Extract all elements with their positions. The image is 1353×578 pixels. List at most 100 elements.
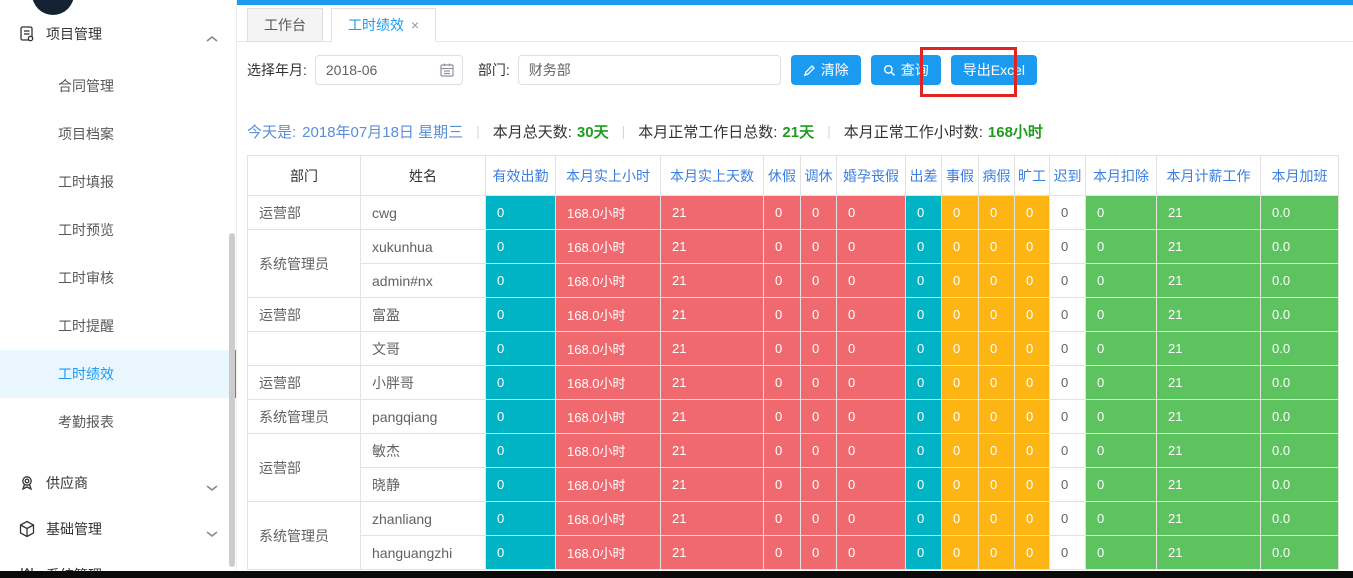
sidebar-scrollbar-thumb[interactable] — [229, 233, 235, 567]
value-cell: 21 — [1157, 332, 1261, 366]
value-cell: 0 — [1050, 332, 1086, 366]
value-cell: 0 — [801, 298, 837, 332]
value-cell: 168.0小时 — [556, 332, 661, 366]
column-header: 出差 — [906, 156, 942, 196]
value-cell: 0.0 — [1261, 230, 1339, 264]
table-row: 文哥0168.0小时21000000000210.0 — [248, 332, 1339, 366]
sidebar-item-工时填报[interactable]: 工时填报 — [0, 158, 236, 206]
sidebar-groups: 供应商基础管理系统管理 — [0, 460, 236, 578]
export-excel-button[interactable]: 导出Excel — [951, 55, 1037, 85]
table-row: hanguangzhi0168.0小时21000000000210.0 — [248, 536, 1339, 570]
value-cell: 0 — [801, 536, 837, 570]
value-cell: 0 — [1086, 502, 1157, 536]
sidebar-item-工时预览[interactable]: 工时预览 — [0, 206, 236, 254]
value-cell: 0 — [906, 264, 942, 298]
dept-cell: 运营部 — [248, 298, 361, 332]
value-cell: 21 — [1157, 434, 1261, 468]
sidebar-item-项目档案[interactable]: 项目档案 — [0, 110, 236, 158]
table-row: admin#nx0168.0小时21000000000210.0 — [248, 264, 1339, 298]
value-cell: 0 — [837, 298, 906, 332]
clear-button-label: 清除 — [821, 60, 849, 80]
value-cell: 0 — [486, 502, 556, 536]
value-cell: 21 — [1157, 264, 1261, 298]
value-cell: 21 — [661, 298, 764, 332]
close-icon[interactable]: × — [411, 17, 419, 33]
bottom-edge-bar — [0, 571, 1353, 578]
value-cell: 0 — [764, 196, 801, 230]
value-cell: 0 — [906, 434, 942, 468]
column-header: 事假 — [942, 156, 979, 196]
dept-cell: 系统管理员 — [248, 400, 361, 434]
clear-button[interactable]: 清除 — [791, 55, 861, 85]
name-cell: hanguangzhi — [361, 536, 486, 570]
export-button-label: 导出Excel — [963, 60, 1025, 80]
today-value: 2018年07月18日 星期三 — [302, 121, 463, 142]
value-cell: 0 — [764, 230, 801, 264]
dept-input[interactable] — [518, 55, 781, 85]
column-header: 婚孕丧假 — [837, 156, 906, 196]
value-cell: 0 — [1050, 298, 1086, 332]
tab-label: 工时绩效 — [348, 17, 404, 33]
value-cell: 0 — [1086, 468, 1157, 502]
sidebar-item-考勤报表[interactable]: 考勤报表 — [0, 398, 236, 446]
value-cell: 0.0 — [1261, 298, 1339, 332]
value-cell: 0 — [1015, 298, 1050, 332]
column-header: 本月实上小时 — [556, 156, 661, 196]
pencil-icon — [803, 64, 816, 77]
value-cell: 0 — [801, 230, 837, 264]
value-cell: 21 — [1157, 536, 1261, 570]
value-cell: 0 — [906, 400, 942, 434]
sidebar-item-label: 项目管理 — [46, 24, 206, 44]
value-cell: 0 — [801, 502, 837, 536]
sidebar-submenu: 合同管理项目档案工时填报工时预览工时审核工时提醒工时绩效考勤报表 — [0, 62, 236, 446]
summary-item-label: 本月正常工作小时数: — [844, 121, 983, 142]
calendar-icon[interactable] — [439, 62, 455, 78]
sidebar-item-工时提醒[interactable]: 工时提醒 — [0, 302, 236, 350]
sidebar-item-合同管理[interactable]: 合同管理 — [0, 62, 236, 110]
value-cell: 0 — [764, 536, 801, 570]
column-header: 本月加班 — [1261, 156, 1339, 196]
value-cell: 0 — [1086, 298, 1157, 332]
value-cell: 0.0 — [1261, 536, 1339, 570]
value-cell: 0 — [979, 366, 1015, 400]
sidebar-item-工时绩效[interactable]: 工时绩效 — [0, 350, 236, 398]
value-cell: 168.0小时 — [556, 502, 661, 536]
value-cell: 0 — [906, 332, 942, 366]
name-cell: 文哥 — [361, 332, 486, 366]
sidebar-item-project-management[interactable]: 项目管理 — [0, 18, 236, 50]
table-row: 系统管理员xukunhua0168.0小时21000000000210.0 — [248, 230, 1339, 264]
name-cell: zhanliang — [361, 502, 486, 536]
sidebar-item-基础管理[interactable]: 基础管理 — [0, 506, 236, 552]
column-header: 休假 — [764, 156, 801, 196]
value-cell: 0 — [1015, 502, 1050, 536]
value-cell: 21 — [661, 536, 764, 570]
name-cell: xukunhua — [361, 230, 486, 264]
column-header: 部门 — [248, 156, 361, 196]
tab-workbench[interactable]: 工作台 — [247, 8, 323, 42]
sidebar-item-工时审核[interactable]: 工时审核 — [0, 254, 236, 302]
value-cell: 0 — [837, 196, 906, 230]
value-cell: 0 — [1086, 230, 1157, 264]
value-cell: 0 — [1015, 400, 1050, 434]
search-button[interactable]: 查询 — [871, 55, 941, 85]
value-cell: 21 — [1157, 298, 1261, 332]
value-cell: 0 — [1050, 502, 1086, 536]
value-cell: 0 — [801, 434, 837, 468]
value-cell: 0.0 — [1261, 434, 1339, 468]
value-cell: 0 — [1015, 434, 1050, 468]
value-cell: 21 — [1157, 468, 1261, 502]
value-cell: 0 — [801, 196, 837, 230]
value-cell: 0 — [1086, 196, 1157, 230]
value-cell: 168.0小时 — [556, 264, 661, 298]
value-cell: 0 — [1050, 264, 1086, 298]
tab-worktime-performance[interactable]: 工时绩效 × — [331, 8, 436, 42]
value-cell: 0 — [906, 196, 942, 230]
chevron-down-icon — [206, 525, 218, 533]
sidebar: 项目管理 合同管理项目档案工时填报工时预览工时审核工时提醒工时绩效考勤报表 供应… — [0, 0, 237, 571]
value-cell: 0 — [1015, 196, 1050, 230]
value-cell: 168.0小时 — [556, 230, 661, 264]
table-row: 晓静0168.0小时21000000000210.0 — [248, 468, 1339, 502]
sidebar-item-供应商[interactable]: 供应商 — [0, 460, 236, 506]
dept-cell: 运营部 — [248, 366, 361, 400]
column-header: 姓名 — [361, 156, 486, 196]
